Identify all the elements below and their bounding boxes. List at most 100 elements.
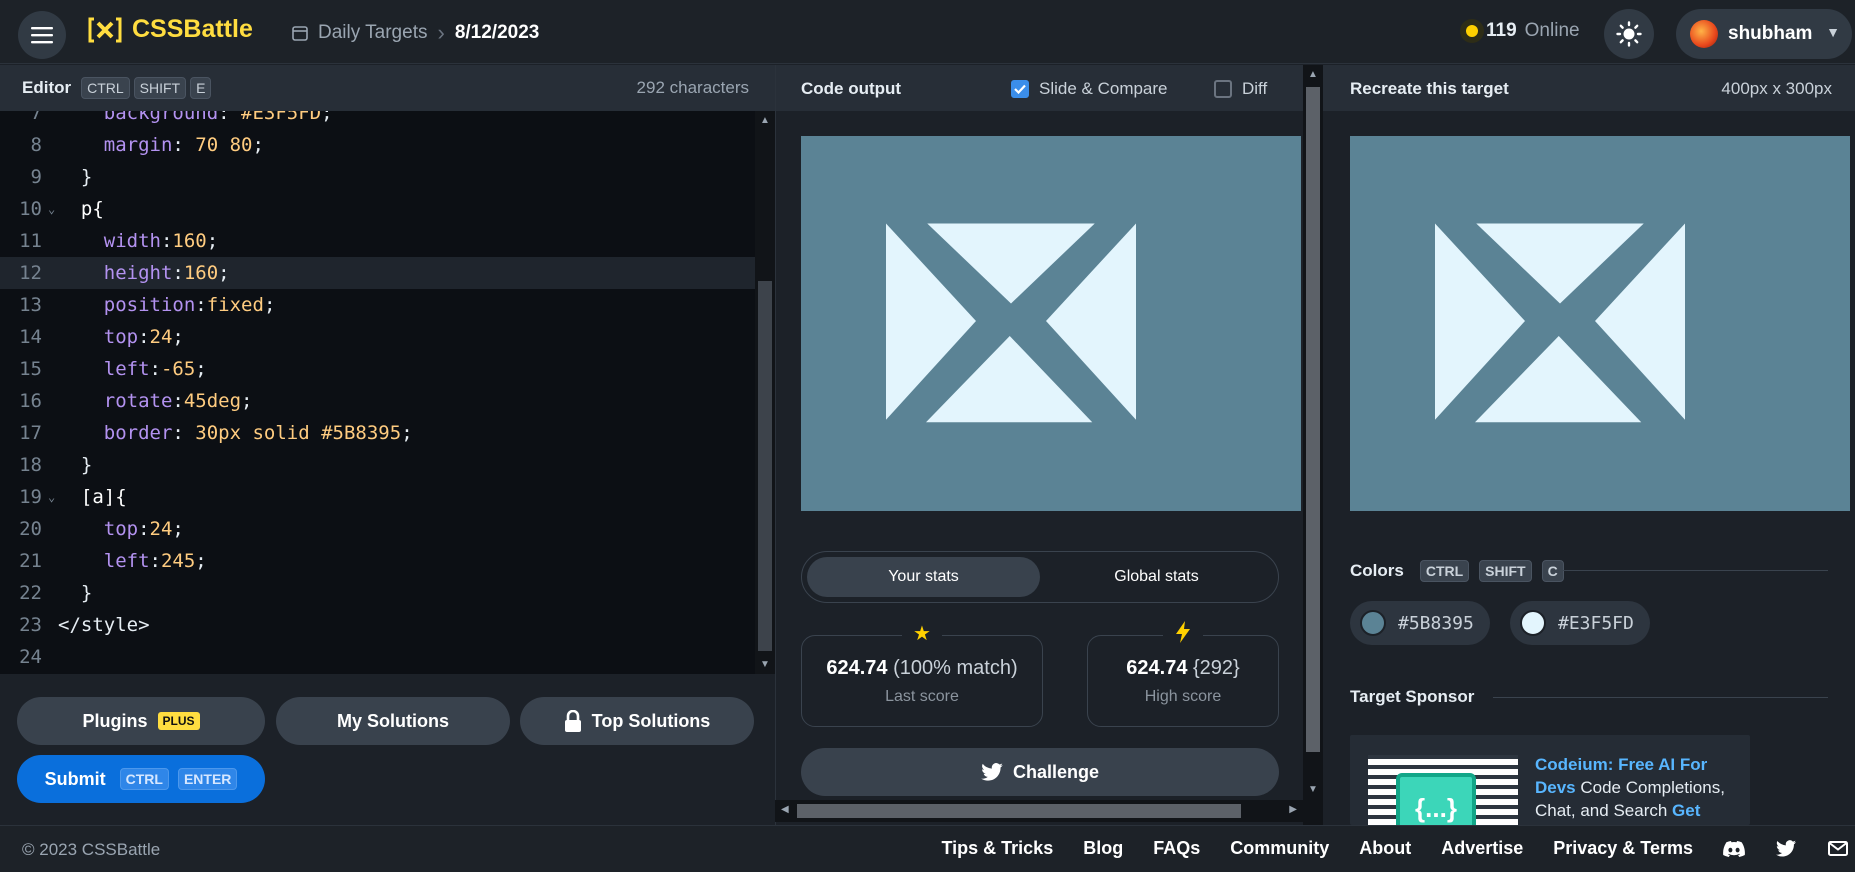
code-output-canvas[interactable] xyxy=(801,136,1301,511)
code-line[interactable]: 21 left:245; xyxy=(0,545,755,577)
scroll-up-icon[interactable]: ▲ xyxy=(760,115,770,126)
scroll-left-icon[interactable]: ◀ xyxy=(781,804,789,815)
code-line[interactable]: 17 border: 30px solid #5B8395; xyxy=(0,417,755,449)
line-number: 11 xyxy=(19,230,42,252)
slide-compare-toggle[interactable]: Slide & Compare xyxy=(1011,79,1168,99)
code-line[interactable]: 23 </style> xyxy=(0,609,755,641)
checkbox-checked-icon[interactable] xyxy=(1011,80,1029,98)
code-line[interactable]: 12 height:160; xyxy=(0,257,755,289)
sponsor-card[interactable]: {...} Codeium: Free AI For Devs Code Com… xyxy=(1350,735,1750,825)
target-size: 400px x 300px xyxy=(1721,79,1832,98)
logo-text: CSSBattle xyxy=(132,15,253,43)
code-line[interactable]: 14 top:24; xyxy=(0,321,755,353)
line-number: 13 xyxy=(19,294,42,316)
breadcrumb: Daily Targets › 8/12/2023 xyxy=(292,20,539,46)
editor-header: Editor CTRL SHIFT E 292 characters xyxy=(0,65,775,111)
top-solutions-button[interactable]: Top Solutions xyxy=(520,697,754,745)
code-line[interactable]: 15 left:-65; xyxy=(0,353,755,385)
horizontal-scrollbar[interactable]: ◀ ▶ xyxy=(775,800,1303,822)
code-line[interactable]: 18 } xyxy=(0,449,755,481)
line-number: 14 xyxy=(19,326,42,348)
sponsor-logo: {...} xyxy=(1396,773,1476,825)
checkbox-unchecked-icon[interactable] xyxy=(1214,80,1232,98)
line-number: 16 xyxy=(19,390,42,412)
footer-link-about[interactable]: About xyxy=(1359,838,1411,859)
last-score-card: 624.74 (100% match) Last score xyxy=(801,635,1043,727)
line-number: 18 xyxy=(19,454,42,476)
code-line[interactable]: 9 } xyxy=(0,161,755,193)
footer-link-blog[interactable]: Blog xyxy=(1083,838,1123,859)
discord-icon[interactable] xyxy=(1723,839,1745,859)
line-number: 24 xyxy=(19,646,42,668)
footer-link-community[interactable]: Community xyxy=(1230,838,1329,859)
code-line[interactable]: 8 margin: 70 80; xyxy=(0,129,755,161)
color-swatch[interactable]: #E3F5FD xyxy=(1510,601,1650,645)
target-header: Recreate this target 400px x 300px xyxy=(1323,65,1855,111)
stats-tabs: Your stats Global stats xyxy=(801,551,1279,603)
sponsor-image[interactable]: {...} xyxy=(1368,755,1518,825)
footer-link-advertise[interactable]: Advertise xyxy=(1441,838,1523,859)
twitter-icon[interactable] xyxy=(1775,839,1797,859)
color-dot xyxy=(1360,610,1386,636)
line-number: 19 xyxy=(19,486,42,508)
scroll-right-icon[interactable]: ▶ xyxy=(1289,804,1297,815)
last-score-label: Last score xyxy=(885,687,959,705)
code-text: </style> xyxy=(58,614,150,636)
breadcrumb-daily-targets[interactable]: Daily Targets xyxy=(318,22,427,44)
output-shape xyxy=(886,223,1136,423)
chevron-down-icon: ▼ xyxy=(1826,24,1840,40)
code-line[interactable]: 24 xyxy=(0,641,755,673)
user-menu-button[interactable]: shubham ▼ xyxy=(1676,9,1852,59)
top-bar: CSSBattle Daily Targets › 8/12/2023 119 … xyxy=(0,0,1855,64)
code-text: left:245; xyxy=(58,550,207,572)
fold-chevron-icon[interactable]: ⌄ xyxy=(48,202,58,216)
menu-button[interactable] xyxy=(18,11,66,59)
diff-toggle[interactable]: Diff xyxy=(1214,79,1267,99)
scroll-down-icon[interactable]: ▼ xyxy=(1308,784,1318,795)
shortcut-key: SHIFT xyxy=(133,77,187,99)
mail-icon[interactable] xyxy=(1827,839,1849,859)
color-swatch[interactable]: #5B8395 xyxy=(1350,601,1490,645)
character-count: 292 characters xyxy=(636,78,749,97)
code-line[interactable]: 16 rotate:45deg; xyxy=(0,385,755,417)
plugins-button[interactable]: Plugins PLUS xyxy=(17,697,265,745)
username: shubham xyxy=(1728,23,1813,44)
line-number: 23 xyxy=(19,614,42,636)
code-line[interactable]: 11 width:160; xyxy=(0,225,755,257)
code-line[interactable]: 22 } xyxy=(0,577,755,609)
editor-scrollbar[interactable]: ▲ ▼ xyxy=(755,111,775,674)
my-solutions-button[interactable]: My Solutions xyxy=(276,697,510,745)
theme-toggle-button[interactable] xyxy=(1604,9,1654,59)
code-editor[interactable]: 7 background: #E3F5FD; 8 margin: 70 80; 9… xyxy=(0,111,755,674)
footer-link-faqs[interactable]: FAQs xyxy=(1153,838,1200,859)
chevron-right-icon: › xyxy=(437,20,445,45)
sponsor-get-link[interactable]: Get xyxy=(1672,801,1700,820)
scrollbar-thumb[interactable] xyxy=(758,281,772,651)
tab-global-stats[interactable]: Global stats xyxy=(1040,557,1273,597)
logo[interactable]: CSSBattle xyxy=(86,15,253,44)
fold-chevron-icon[interactable]: ⌄ xyxy=(48,490,58,504)
scrollbar-thumb[interactable] xyxy=(797,804,1241,818)
copyright: © 2023 CSSBattle xyxy=(22,840,161,859)
code-text: } xyxy=(58,166,93,188)
submit-button[interactable]: Submit CTRL ENTER xyxy=(17,755,265,803)
target-shape xyxy=(1435,223,1685,423)
code-text: rotate:45deg; xyxy=(58,390,253,412)
target-image[interactable] xyxy=(1350,136,1850,511)
tab-your-stats[interactable]: Your stats xyxy=(807,557,1040,597)
output-scrollbar[interactable]: ▲ ▼ xyxy=(1303,65,1323,825)
scroll-down-icon[interactable]: ▼ xyxy=(760,659,770,670)
line-number: 17 xyxy=(19,422,42,444)
code-line[interactable]: 10 ⌄ p{ xyxy=(0,193,755,225)
code-line[interactable]: 19 ⌄ [a]{ xyxy=(0,481,755,513)
scrollbar-thumb[interactable] xyxy=(1306,87,1320,752)
code-line[interactable]: 13 position:fixed; xyxy=(0,289,755,321)
footer-link-tips[interactable]: Tips & Tricks xyxy=(941,838,1053,859)
challenge-button[interactable]: Challenge xyxy=(801,748,1279,796)
footer-link-privacy[interactable]: Privacy & Terms xyxy=(1553,838,1693,859)
high-score-label: High score xyxy=(1144,687,1222,705)
high-score-value: 624.74 xyxy=(1126,656,1188,679)
code-line[interactable]: 20 top:24; xyxy=(0,513,755,545)
last-score-match: (100% match) xyxy=(893,656,1018,679)
scroll-up-icon[interactable]: ▲ xyxy=(1308,69,1318,80)
